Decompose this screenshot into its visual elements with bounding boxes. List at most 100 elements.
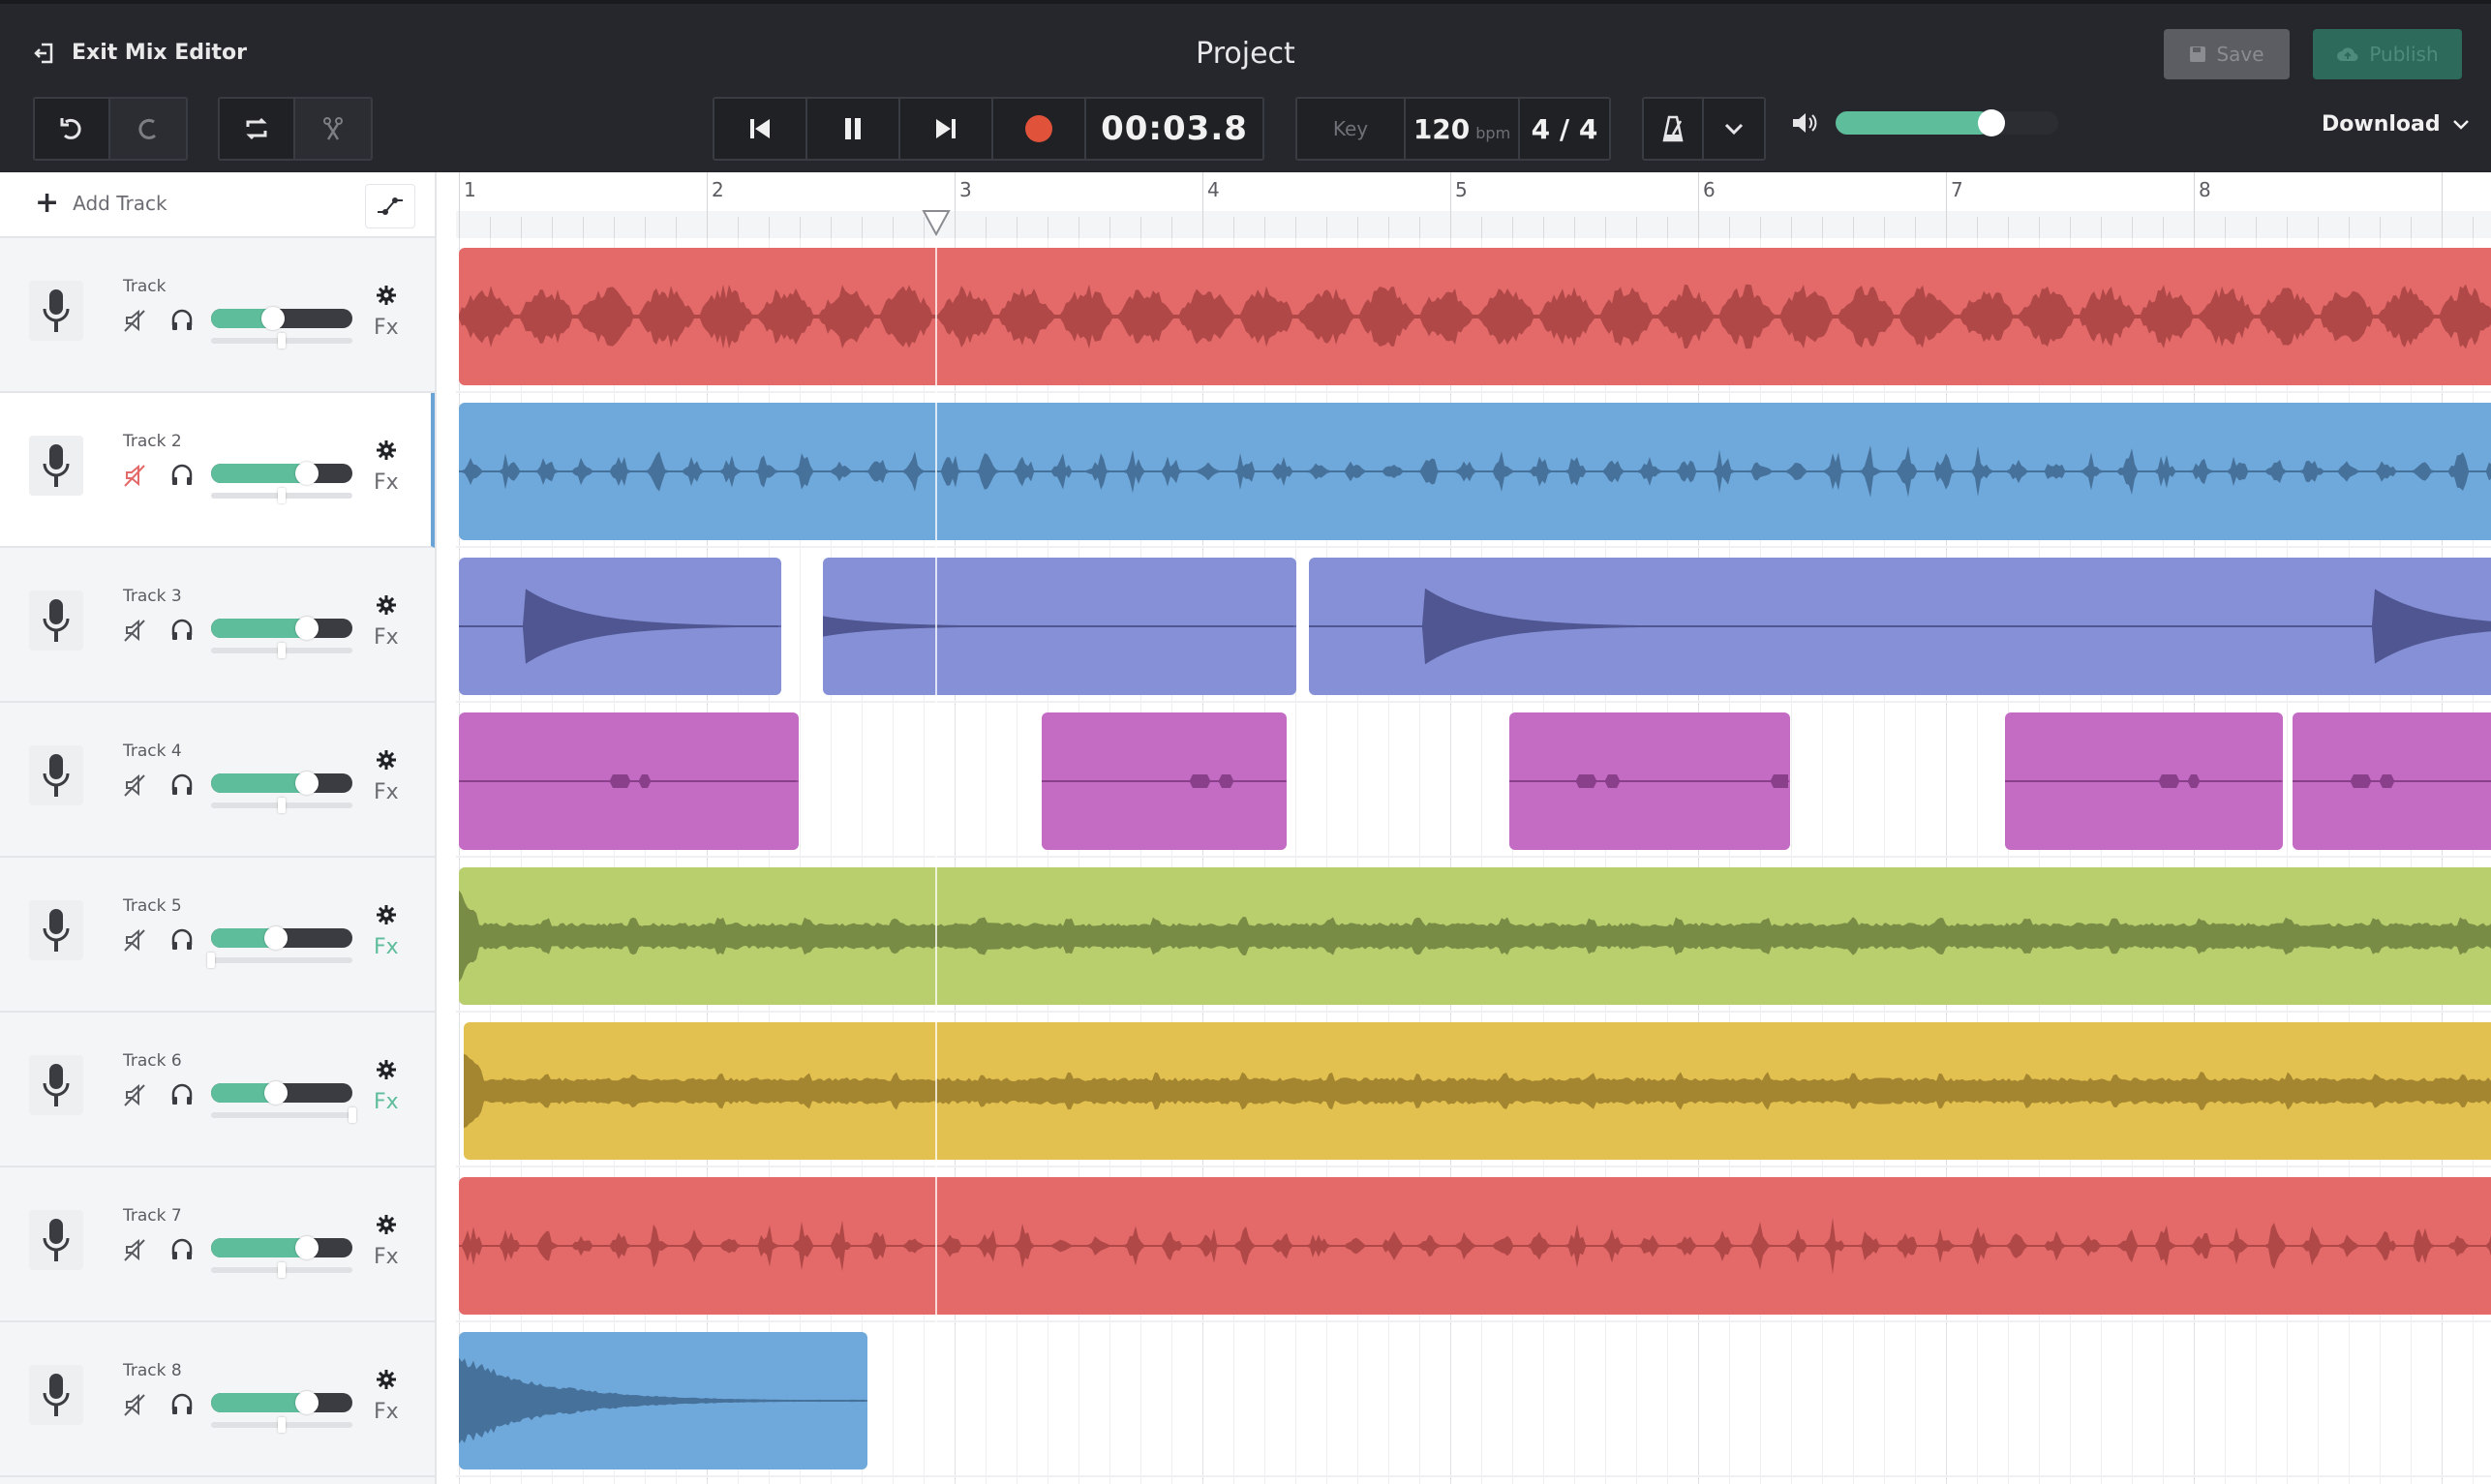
track-pan-knob[interactable] (278, 488, 286, 503)
track-pan-slider[interactable] (211, 1262, 352, 1278)
mute-button[interactable] (123, 1237, 148, 1262)
gear-icon[interactable] (376, 285, 397, 306)
audio-clip[interactable] (459, 867, 2491, 1005)
timeline[interactable]: 1 2 3 4 5 6 7 8 (437, 172, 2491, 1484)
audio-clip[interactable] (459, 558, 781, 695)
playhead-handle[interactable] (921, 209, 951, 236)
track-header[interactable]: Track 5 Fx (0, 858, 435, 1013)
pause-button[interactable] (807, 99, 900, 159)
solo-headphones-button[interactable] (169, 1237, 195, 1262)
track-header[interactable]: Track Fx (0, 238, 435, 393)
solo-headphones-button[interactable] (169, 772, 195, 798)
split-button[interactable] (295, 99, 371, 159)
track-volume-knob[interactable] (295, 1391, 319, 1414)
audio-clip[interactable] (2005, 712, 2284, 850)
record-arm-button[interactable] (29, 900, 83, 960)
track-volume-knob[interactable] (261, 307, 286, 330)
fx-button[interactable]: Fx (374, 1400, 399, 1424)
mute-button[interactable] (123, 772, 148, 798)
audio-clip[interactable] (2293, 712, 2491, 850)
metronome-options-button[interactable] (1704, 99, 1764, 159)
solo-headphones-button[interactable] (169, 463, 195, 488)
track-pan-slider[interactable] (207, 953, 352, 968)
audio-clip[interactable] (459, 1332, 868, 1469)
tempo-button[interactable]: 120 bpm (1406, 99, 1520, 159)
gear-icon[interactable] (376, 594, 397, 616)
track-name[interactable]: Track 8 (123, 1361, 182, 1380)
track-name[interactable]: Track 7 (123, 1206, 182, 1226)
mute-button[interactable] (123, 1082, 148, 1107)
gear-icon[interactable] (376, 749, 397, 771)
gear-icon[interactable] (376, 1369, 397, 1390)
solo-headphones-button[interactable] (169, 308, 195, 333)
track-header[interactable]: Track 4 Fx (0, 703, 435, 858)
track-volume-knob[interactable] (295, 462, 319, 485)
gear-icon[interactable] (376, 439, 397, 461)
track-name[interactable]: Track 3 (123, 587, 182, 606)
track-pan-slider[interactable] (211, 488, 352, 503)
track-pan-knob[interactable] (207, 953, 215, 968)
audio-clip[interactable] (1509, 712, 1790, 850)
audio-clip[interactable] (1041, 712, 1288, 850)
record-arm-button[interactable] (29, 1365, 83, 1425)
track-volume-knob[interactable] (295, 617, 319, 640)
gear-icon[interactable] (376, 1214, 397, 1235)
skip-to-end-button[interactable] (900, 99, 993, 159)
record-arm-button[interactable] (29, 436, 83, 496)
track-volume-slider[interactable] (211, 307, 352, 330)
record-arm-button[interactable] (29, 281, 83, 341)
track-header[interactable]: Track 3 Fx (0, 548, 435, 703)
time-signature-button[interactable]: 4 / 4 (1520, 99, 1609, 159)
solo-headphones-button[interactable] (169, 1392, 195, 1417)
record-arm-button[interactable] (29, 1055, 83, 1115)
metronome-button[interactable] (1644, 99, 1704, 159)
track-volume-knob[interactable] (295, 1236, 319, 1259)
download-dropdown[interactable]: Download (2322, 112, 2470, 136)
mute-button[interactable] (123, 308, 148, 333)
track-volume-knob[interactable] (264, 1081, 289, 1105)
track-header[interactable]: Track 2 Fx (0, 393, 435, 548)
solo-headphones-button[interactable] (169, 927, 195, 953)
fx-button[interactable]: Fx (374, 470, 399, 495)
track-volume-slider[interactable] (211, 1081, 352, 1105)
fx-button[interactable]: Fx (374, 625, 399, 650)
automation-button[interactable] (365, 184, 415, 228)
track-name[interactable]: Track 6 (123, 1051, 182, 1071)
mute-button[interactable] (123, 927, 148, 953)
master-volume-knob[interactable] (1978, 109, 2005, 136)
loop-button[interactable] (220, 99, 295, 159)
track-volume-slider[interactable] (211, 1236, 352, 1259)
record-arm-button[interactable] (29, 1210, 83, 1270)
track-volume-slider[interactable] (211, 617, 352, 640)
audio-clip[interactable] (464, 1022, 2491, 1160)
track-header[interactable]: Track 8 Fx (0, 1322, 435, 1477)
track-pan-knob[interactable] (278, 1417, 286, 1433)
track-volume-slider[interactable] (211, 926, 352, 950)
master-volume-slider[interactable] (1836, 109, 2058, 136)
solo-headphones-button[interactable] (169, 618, 195, 643)
record-arm-button[interactable] (29, 745, 83, 805)
audio-clip[interactable] (823, 558, 1297, 695)
mute-button[interactable] (123, 463, 148, 488)
gear-icon[interactable] (376, 904, 397, 925)
track-pan-slider[interactable] (211, 798, 352, 813)
track-pan-knob[interactable] (278, 798, 286, 813)
track-name[interactable]: Track 2 (123, 432, 182, 451)
track-name[interactable]: Track (123, 277, 166, 296)
add-track-button[interactable]: + Add Track (35, 189, 167, 218)
track-header[interactable]: Track 7 Fx (0, 1167, 435, 1322)
fx-button[interactable]: Fx (374, 780, 399, 804)
record-button[interactable] (993, 99, 1086, 159)
track-header[interactable]: Track 6 Fx (0, 1013, 435, 1167)
fx-button[interactable]: Fx (374, 1090, 399, 1114)
track-name[interactable]: Track 4 (123, 742, 182, 761)
mute-button[interactable] (123, 618, 148, 643)
track-volume-slider[interactable] (211, 462, 352, 485)
track-pan-knob[interactable] (278, 1262, 286, 1278)
track-volume-slider[interactable] (211, 1391, 352, 1414)
track-volume-knob[interactable] (264, 926, 289, 950)
fx-button[interactable]: Fx (374, 1245, 399, 1269)
track-pan-knob[interactable] (278, 333, 286, 348)
track-volume-knob[interactable] (295, 772, 319, 795)
mute-button[interactable] (123, 1392, 148, 1417)
